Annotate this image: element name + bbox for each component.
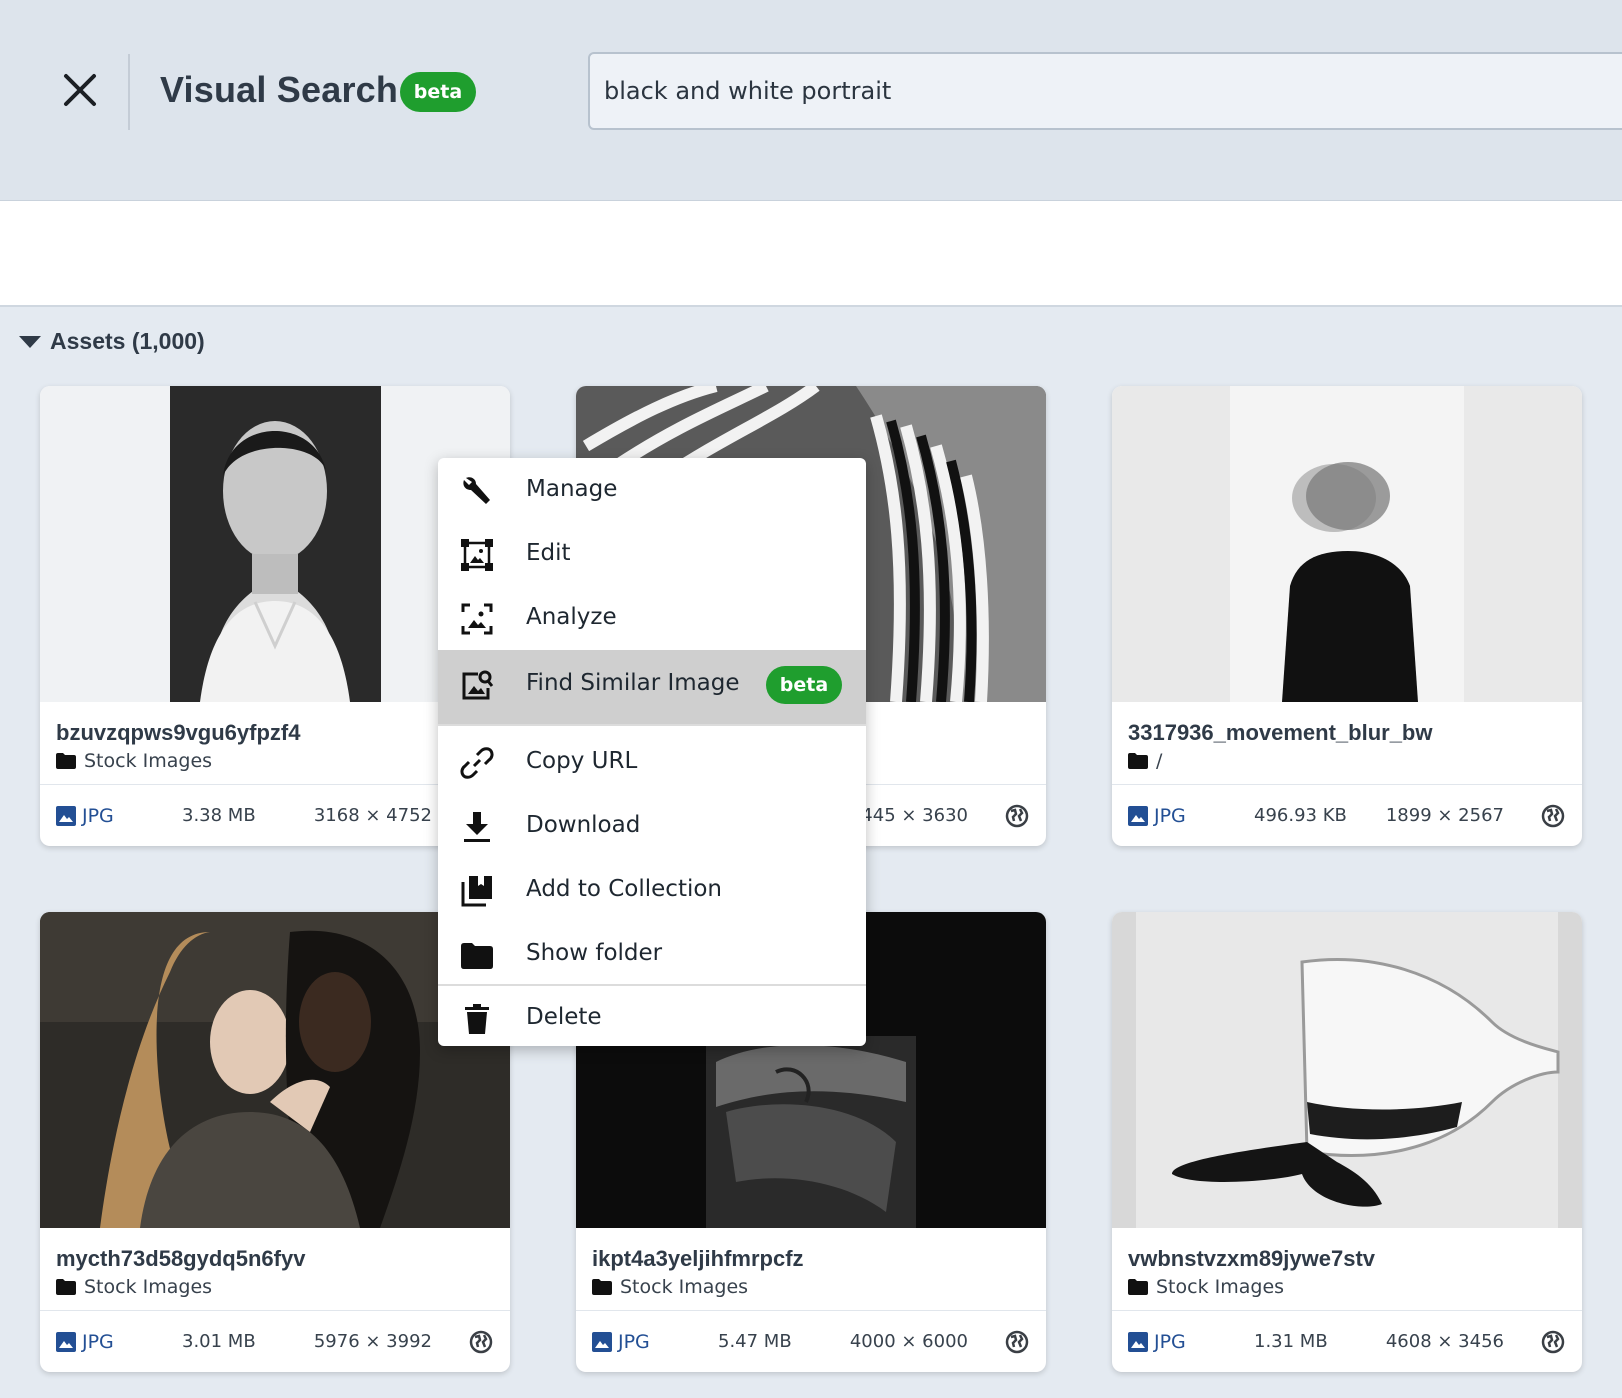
menu-item-edit[interactable]: Edit [438,522,866,586]
image-dimensions: 1899 × 2567 [1385,805,1504,826]
image-dimensions: 4000 × 6000 [849,1331,968,1352]
download-icon [464,812,490,842]
globe-icon[interactable] [1004,1329,1030,1355]
globe-icon[interactable] [1004,803,1030,829]
image-dimensions: 3168 × 4752 [313,805,432,826]
image-icon [56,1332,76,1352]
asset-meta: JPG 1.31 MB 4608 × 3456 [1112,1310,1582,1372]
file-type: JPG [56,805,114,827]
asset-folder[interactable]: Stock Images [56,750,212,772]
menu-item-delete[interactable]: Delete [438,986,866,1046]
folder-icon [56,753,76,769]
context-menu: Manage Edit Analyze Find Similar Image b… [438,458,866,1046]
image-icon [1128,806,1148,826]
file-type: JPG [592,1331,650,1353]
asset-card[interactable]: 3317936_movement_blur_bw / JPG 496.93 KB… [1112,386,1582,846]
beta-badge: beta [400,72,476,112]
file-size: 3.01 MB [182,1331,256,1352]
folder-icon [56,1279,76,1295]
menu-divider [438,724,866,726]
menu-item-analyze[interactable]: Analyze [438,586,866,650]
menu-item-show-folder[interactable]: Show folder [438,922,866,986]
asset-name[interactable]: vwbnstvzxm89jywe7stv [1128,1246,1375,1272]
section-title: Assets (1,000) [50,328,205,354]
globe-icon[interactable] [1540,1329,1566,1355]
image-icon [592,1332,612,1352]
asset-card[interactable]: vwbnstvzxm89jywe7stv Stock Images JPG 1.… [1112,912,1582,1372]
globe-icon[interactable] [1540,803,1566,829]
image-dimensions: 5445 × 3630 [849,805,968,826]
asset-name[interactable]: ikpt4a3yeljihfmrpcfz [592,1246,804,1272]
beta-badge: beta [766,666,842,704]
search-header: Visual Search beta [0,0,1622,201]
asset-meta: JPG 496.93 KB 1899 × 2567 [1112,784,1582,846]
image-dimensions: 5976 × 3992 [313,1331,432,1352]
asset-meta: JPG 5.47 MB 4000 × 6000 [576,1310,1046,1372]
folder-icon [592,1279,612,1295]
link-icon [460,747,494,779]
image-icon [1128,1332,1148,1352]
asset-folder[interactable]: Stock Images [592,1276,748,1298]
menu-item-manage[interactable]: Manage [438,458,866,522]
close-icon [64,74,96,106]
asset-meta: JPG 3.01 MB 5976 × 3992 [40,1310,510,1372]
asset-thumbnail[interactable] [1112,912,1582,1228]
asset-name[interactable]: mycth73d58gydq5n6fyv [56,1246,305,1272]
folder-icon [1128,753,1148,769]
header-divider [128,54,130,130]
file-type: JPG [56,1331,114,1353]
collection-icon [461,876,492,907]
file-type: JPG [1128,805,1186,827]
file-type: JPG [1128,1331,1186,1353]
image-icon [56,806,76,826]
analyze-image-icon [461,603,493,635]
folder-icon [461,943,493,969]
image-dimensions: 4608 × 3456 [1385,1331,1504,1352]
wrench-icon [463,477,490,504]
assets-section-toggle[interactable]: Assets (1,000) [18,328,205,355]
file-size: 496.93 KB [1254,805,1347,826]
trash-icon [465,1004,489,1034]
file-size: 5.47 MB [718,1331,792,1352]
globe-icon[interactable] [468,1329,494,1355]
menu-item-copy-url[interactable]: Copy URL [438,730,866,794]
close-button[interactable] [56,66,104,114]
asset-name[interactable]: 3317936_movement_blur_bw [1128,720,1433,746]
file-size: 3.38 MB [182,805,256,826]
filter-area [0,201,1622,307]
crop-edit-icon [461,539,493,571]
asset-folder[interactable]: Stock Images [56,1276,212,1298]
menu-item-find-similar[interactable]: Find Similar Image beta [438,650,866,724]
asset-folder[interactable]: Stock Images [1128,1276,1284,1298]
image-search-icon [462,670,494,700]
folder-icon [1128,1279,1148,1295]
asset-name[interactable]: bzuvzqpws9vgu6yfpzf4 [56,720,300,746]
menu-item-download[interactable]: Download [438,794,866,858]
page-title: Visual Search [160,69,399,110]
asset-folder[interactable]: / [1128,750,1162,772]
asset-thumbnail[interactable] [1112,386,1582,702]
caret-down-icon [19,335,41,348]
file-size: 1.31 MB [1254,1331,1328,1352]
search-input[interactable] [588,52,1622,130]
menu-item-add-to-collection[interactable]: Add to Collection [438,858,866,922]
